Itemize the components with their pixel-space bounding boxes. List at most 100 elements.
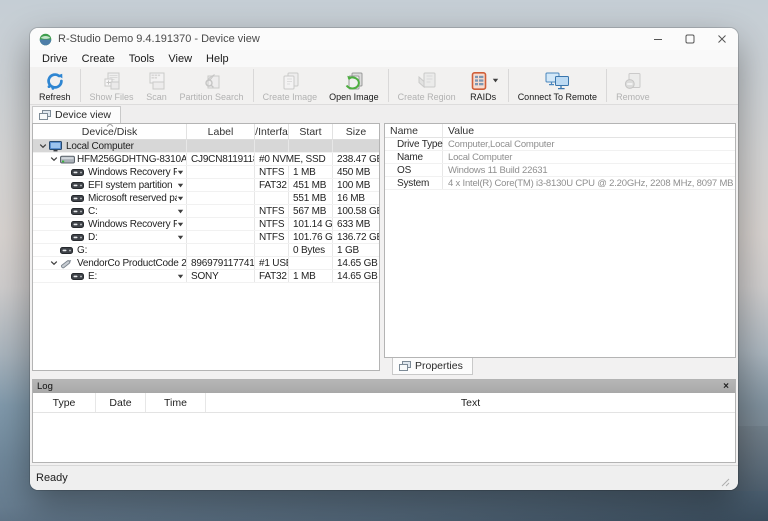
label-cell	[187, 218, 255, 230]
device-name: Windows Recovery Parti...	[88, 218, 177, 230]
toolbar-button-create-region[interactable]: Create Region	[392, 69, 462, 103]
start-cell: 0 Bytes	[289, 244, 333, 256]
log-column-header-date[interactable]: Date	[96, 393, 146, 412]
toolbar-button-connect-to-remote[interactable]: Connect To Remote	[512, 69, 603, 103]
toolbar-button-create-image[interactable]: Create Image	[257, 69, 324, 103]
column-header--interfa[interactable]: /Interfa	[255, 124, 289, 140]
toolbar-icon-row	[622, 70, 644, 92]
maximize-button[interactable]	[674, 28, 706, 50]
interface-cell: NTFS	[255, 218, 289, 230]
table-row[interactable]: Windows Recovery Parti... NTFS 101.14 GB 63…	[33, 218, 379, 231]
toolbar-separator	[387, 69, 389, 102]
dropdown-arrow-icon[interactable]	[177, 222, 186, 227]
properties-header-value[interactable]: Value	[443, 124, 735, 137]
toolbar-button-partition-search[interactable]: Partition Search	[174, 69, 250, 103]
property-row[interactable]: Drive Type Computer,Local Computer	[385, 138, 735, 151]
chevron-down-icon[interactable]	[50, 156, 60, 162]
properties-header-name[interactable]: Name	[385, 124, 443, 137]
resize-grip-icon[interactable]	[721, 478, 732, 490]
label-cell	[187, 166, 255, 178]
device-name-cell: EFI system partition	[33, 179, 187, 191]
table-row[interactable]: C: NTFS 567 MB 100.58 GB	[33, 205, 379, 218]
dropdown-arrow-icon[interactable]	[177, 170, 186, 175]
close-button[interactable]	[706, 28, 738, 50]
device-table-rows: Local Computer HFM256GDHTNG-8310A ... CJ9C…	[33, 140, 379, 283]
interface-cell: NTFS	[255, 231, 289, 243]
size-cell-text: 136.72 GB	[337, 231, 379, 243]
size-cell: 100.58 GB	[333, 205, 379, 217]
property-name: System	[385, 177, 443, 189]
toolbar-button-open-image[interactable]: Open Image	[323, 69, 385, 103]
dropdown-arrow-icon[interactable]	[492, 78, 499, 83]
toolbar-button-show-files[interactable]: Show Files	[84, 69, 140, 103]
menu-item-help[interactable]: Help	[199, 52, 236, 66]
dropdown-arrow-icon[interactable]	[177, 274, 186, 279]
toolbar-button-label: Show Files	[89, 91, 134, 102]
toolbar-button-raids[interactable]: RAIDs	[462, 69, 505, 103]
toolbar-icon-row	[278, 70, 302, 92]
table-row[interactable]: EFI system partition FAT32 451 MB 100 MB	[33, 179, 379, 192]
table-row[interactable]: HFM256GDHTNG-8310A ... CJ9CN8119118... #0 …	[33, 153, 379, 166]
start-cell-text: 1 MB	[293, 166, 316, 178]
menu-item-drive[interactable]: Drive	[35, 52, 75, 66]
interface-cell: NTFS	[255, 205, 289, 217]
column-header-device-disk[interactable]: Device/Disk	[33, 124, 187, 140]
device-view-tab-icon	[39, 109, 51, 120]
table-row[interactable]: G: 0 Bytes 1 GB	[33, 244, 379, 257]
table-row[interactable]: Microsoft reserved parti... 551 MB 16 MB	[33, 192, 379, 205]
label-cell	[187, 140, 255, 152]
title-bar[interactable]: R-Studio Demo 9.4.191370 - Device view	[30, 28, 738, 50]
minimize-button[interactable]	[642, 28, 674, 50]
dropdown-arrow-icon[interactable]	[177, 196, 186, 201]
connect-remote-icon	[544, 70, 570, 92]
device-name-cell: Windows Recovery Parti...	[33, 218, 187, 230]
dropdown-arrow-icon[interactable]	[177, 183, 186, 188]
tab-device-view[interactable]: Device view	[32, 106, 122, 123]
label-cell-text: CJ9CN8119118...	[191, 153, 254, 165]
column-header-label[interactable]: Label	[187, 124, 255, 140]
table-row[interactable]: VendorCo ProductCode 2.00 896979117741...…	[33, 257, 379, 270]
column-header-size[interactable]: Size	[333, 124, 379, 140]
chevron-down-icon[interactable]	[39, 143, 49, 149]
app-logo-icon	[39, 33, 52, 46]
chevron-down-icon[interactable]	[50, 260, 60, 266]
interface-cell: FAT32	[255, 270, 289, 282]
usb-icon	[60, 258, 77, 269]
log-column-header-type[interactable]: Type	[33, 393, 96, 412]
status-bar: Ready	[30, 465, 738, 490]
device-name-cell: VendorCo ProductCode 2.00	[33, 257, 187, 269]
toolbar-button-refresh[interactable]: Refresh	[33, 69, 77, 103]
menu-item-tools[interactable]: Tools	[122, 52, 162, 66]
toolbar-icon-row	[468, 70, 499, 92]
property-row[interactable]: OS Windows 11 Build 22631	[385, 164, 735, 177]
size-cell: 16 MB	[333, 192, 379, 204]
menu-item-create[interactable]: Create	[75, 52, 122, 66]
start-cell	[289, 140, 333, 152]
tab-properties[interactable]: Properties	[392, 358, 473, 375]
property-row[interactable]: Name Local Computer	[385, 151, 735, 164]
label-cell	[187, 192, 255, 204]
table-row[interactable]: Local Computer	[33, 140, 379, 153]
device-name-cell: E:	[33, 270, 187, 282]
properties-table-panel: Name Value Drive Type Computer,Local Compu…	[384, 123, 736, 358]
toolbar-button-scan[interactable]: Scan	[140, 69, 174, 103]
menu-item-view[interactable]: View	[161, 52, 199, 66]
column-header-start[interactable]: Start	[289, 124, 333, 140]
log-column-header-time[interactable]: Time	[146, 393, 206, 412]
partition-search-icon	[201, 70, 223, 92]
device-name: G:	[77, 244, 88, 256]
property-value: Local Computer	[448, 151, 513, 163]
table-row[interactable]: Windows Recovery Parti... NTFS 1 MB 450 MB	[33, 166, 379, 179]
label-cell	[187, 244, 255, 256]
log-column-header-text[interactable]: Text	[206, 393, 735, 412]
dropdown-arrow-icon[interactable]	[177, 235, 186, 240]
label-cell	[187, 179, 255, 191]
device-name: D:	[88, 231, 98, 243]
dropdown-arrow-icon[interactable]	[177, 209, 186, 214]
table-row[interactable]: E: SONY FAT32 1 MB 14.65 GB	[33, 270, 379, 283]
size-cell-text: 100.58 GB	[337, 205, 379, 217]
table-row[interactable]: D: NTFS 101.76 GB 136.72 GB	[33, 231, 379, 244]
size-cell: 136.72 GB	[333, 231, 379, 243]
property-row[interactable]: System 4 x Intel(R) Core(TM) i3-8130U CPU…	[385, 177, 735, 190]
toolbar-button-remove[interactable]: Remove	[610, 69, 656, 103]
